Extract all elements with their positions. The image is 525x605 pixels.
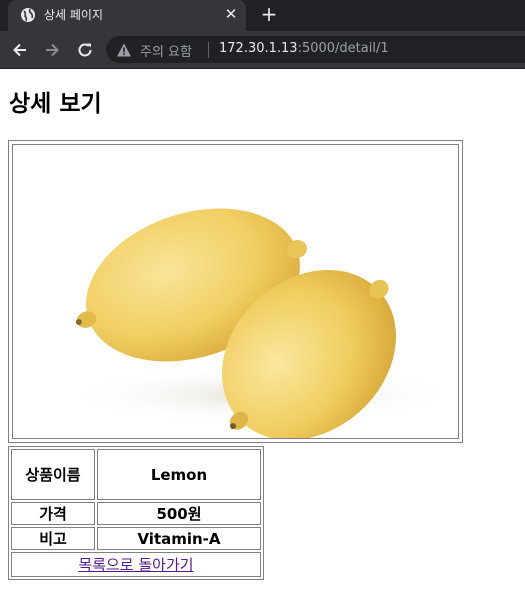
tab-title: 상세 페이지 xyxy=(44,8,104,22)
table-row: 상품이름 Lemon xyxy=(11,449,261,500)
security-label[interactable]: 주의 요함 xyxy=(140,41,192,60)
tab-strip: 상세 페이지 ✕ + xyxy=(0,0,525,31)
product-image xyxy=(12,144,459,439)
globe-icon xyxy=(21,8,35,22)
price-label: 가격 xyxy=(11,502,95,525)
table-row: 가격 500원 xyxy=(11,502,261,525)
reload-icon[interactable] xyxy=(74,39,96,61)
back-arrow-icon[interactable] xyxy=(9,39,31,61)
table-row: 비고 Vitamin-A xyxy=(11,527,261,550)
note-value: Vitamin-A xyxy=(97,527,261,550)
back-to-list-link[interactable]: 목록으로 돌아가기 xyxy=(78,556,193,574)
divider xyxy=(208,42,209,58)
lemons-illustration xyxy=(13,145,458,438)
warning-icon[interactable] xyxy=(116,42,132,58)
product-image-frame xyxy=(8,140,463,443)
name-label: 상품이름 xyxy=(11,449,95,500)
product-info-table: 상품이름 Lemon 가격 500원 비고 Vitamin-A 목록으로 돌아가… xyxy=(8,446,264,580)
close-tab-icon[interactable]: ✕ xyxy=(222,5,240,23)
page-title: 상세 보기 xyxy=(9,91,102,117)
browser-tab[interactable]: 상세 페이지 ✕ xyxy=(8,0,246,31)
new-tab-button[interactable]: + xyxy=(258,3,280,25)
back-link-cell: 목록으로 돌아가기 xyxy=(11,552,261,577)
url-host: 172.30.1.13 xyxy=(219,41,298,56)
address-bar[interactable]: 주의 요함 172.30.1.13:5000/detail/1 xyxy=(106,36,525,63)
browser-toolbar: 주의 요함 172.30.1.13:5000/detail/1 xyxy=(0,31,525,69)
name-value: Lemon xyxy=(97,449,261,500)
url-text[interactable]: 172.30.1.13:5000/detail/1 xyxy=(219,41,389,56)
table-row: 목록으로 돌아가기 xyxy=(11,552,261,577)
forward-arrow-icon[interactable] xyxy=(41,39,63,61)
note-label: 비고 xyxy=(11,527,95,550)
price-value: 500원 xyxy=(97,502,261,525)
url-path: :5000/detail/1 xyxy=(297,41,389,56)
